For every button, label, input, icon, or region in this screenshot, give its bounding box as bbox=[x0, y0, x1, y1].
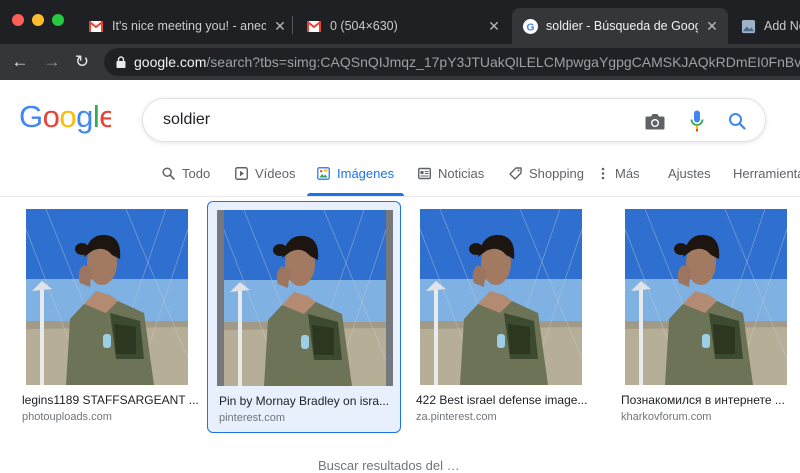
result-thumbnail[interactable] bbox=[217, 210, 393, 386]
news-icon bbox=[417, 167, 431, 181]
close-tab-icon[interactable]: ✕ bbox=[272, 18, 288, 35]
lock-icon bbox=[116, 56, 126, 68]
tag-icon bbox=[508, 167, 522, 181]
search-nav-tabs: Todo Vídeos Imágenes Noticias Shopping M… bbox=[0, 158, 800, 196]
result-source[interactable]: pinterest.com bbox=[219, 412, 285, 424]
result-source[interactable]: photouploads.com bbox=[22, 411, 112, 423]
tab-news[interactable]: Noticias bbox=[417, 166, 484, 181]
camera-icon[interactable] bbox=[644, 110, 666, 132]
image-result[interactable]: Познакомился в интернете ... kharkovforu… bbox=[617, 201, 800, 433]
microphone-icon[interactable] bbox=[686, 110, 708, 132]
gmail-icon bbox=[88, 18, 104, 34]
tab-more[interactable]: Más bbox=[600, 166, 640, 181]
close-tab-icon[interactable]: ✕ bbox=[486, 18, 502, 35]
search-box[interactable]: soldier bbox=[142, 98, 766, 142]
image-result[interactable]: legins1189 STAFFSARGEANT ... photoupload… bbox=[18, 201, 212, 433]
tab-label: Noticias bbox=[438, 166, 485, 181]
browser-tab[interactable]: 0 (504×630) ✕ bbox=[296, 8, 506, 44]
search-icon[interactable] bbox=[726, 110, 748, 132]
result-image bbox=[224, 210, 386, 386]
result-source[interactable]: kharkovforum.com bbox=[621, 411, 711, 423]
reload-icon[interactable]: ↻ bbox=[72, 52, 92, 72]
tab-shopping[interactable]: Shopping bbox=[508, 166, 584, 181]
image-tab-icon bbox=[740, 18, 756, 34]
result-thumbnail[interactable] bbox=[420, 209, 582, 385]
forward-arrow-icon[interactable]: → bbox=[42, 52, 62, 72]
svg-text:Google: Google bbox=[19, 100, 111, 134]
more-results-text: Buscar resultados del … bbox=[318, 458, 460, 473]
result-source[interactable]: za.pinterest.com bbox=[416, 411, 497, 423]
result-caption[interactable]: legins1189 STAFFSARGEANT ... bbox=[22, 393, 202, 407]
tab-title: Add Ne bbox=[764, 19, 800, 33]
image-icon bbox=[316, 167, 330, 181]
more-vert-icon bbox=[600, 167, 606, 181]
tab-title: soldier - Búsqueda de Google bbox=[546, 19, 698, 33]
minimize-window-button[interactable] bbox=[32, 14, 44, 26]
image-result[interactable]: 422 Best israel defense image... za.pint… bbox=[412, 201, 606, 433]
google-logo[interactable]: Google bbox=[19, 99, 117, 142]
tab-label: Vídeos bbox=[255, 166, 296, 181]
tab-label: Shopping bbox=[529, 166, 584, 181]
browser-tab-active[interactable]: G soldier - Búsqueda de Google ✕ bbox=[512, 8, 728, 44]
tools-link[interactable]: Herramienta bbox=[733, 166, 800, 181]
result-caption[interactable]: 422 Best israel defense image... bbox=[416, 393, 596, 407]
gmail-icon bbox=[306, 18, 322, 34]
browser-tab[interactable]: It's nice meeting you! - anecd ✕ bbox=[78, 8, 288, 44]
close-window-button[interactable] bbox=[12, 14, 24, 26]
search-input[interactable]: soldier bbox=[163, 111, 210, 129]
url-path: /search?tbs=simg:CAQSnQIJmqz_17pY3JTUakQ… bbox=[206, 54, 800, 70]
tab-divider bbox=[292, 16, 293, 34]
browser-tab[interactable]: Add Ne bbox=[736, 8, 800, 44]
tab-images[interactable]: Imágenes bbox=[316, 166, 394, 181]
close-tab-icon[interactable]: ✕ bbox=[704, 18, 720, 35]
settings-label: Ajustes bbox=[668, 166, 711, 181]
tools-label: Herramienta bbox=[733, 166, 800, 181]
settings-link[interactable]: Ajustes bbox=[668, 166, 711, 181]
tab-title: 0 (504×630) bbox=[330, 19, 398, 33]
tab-title: It's nice meeting you! - anecd bbox=[112, 19, 266, 33]
result-caption[interactable]: Познакомился в интернете ... bbox=[621, 393, 800, 407]
tab-label: Más bbox=[615, 166, 640, 181]
svg-text:G: G bbox=[526, 22, 534, 33]
browser-toolbar: ← → ↻ google.com/search?tbs=simg:CAQSnQI… bbox=[0, 44, 800, 80]
google-logo-mark: Google bbox=[19, 99, 117, 134]
tab-strip: It's nice meeting you! - anecd ✕ 0 (504×… bbox=[0, 0, 800, 44]
google-icon: G bbox=[522, 18, 538, 34]
maximize-window-button[interactable] bbox=[52, 14, 64, 26]
tab-label: Todo bbox=[182, 166, 211, 181]
url-host: google.com bbox=[134, 54, 207, 70]
tab-videos[interactable]: Vídeos bbox=[234, 166, 295, 181]
header-divider bbox=[0, 196, 800, 197]
result-caption[interactable]: Pin by Mornay Bradley on isra... bbox=[219, 394, 395, 408]
play-icon bbox=[234, 167, 248, 181]
tab-label: Imágenes bbox=[337, 166, 395, 181]
image-result-selected[interactable]: Pin by Mornay Bradley on isra... pintere… bbox=[207, 201, 401, 433]
address-bar[interactable]: google.com/search?tbs=simg:CAQSnQIJmqz_1… bbox=[104, 48, 800, 76]
result-thumbnail[interactable] bbox=[26, 209, 188, 385]
result-thumbnail[interactable] bbox=[625, 209, 787, 385]
tab-all[interactable]: Todo bbox=[161, 166, 210, 181]
search-icon bbox=[161, 167, 175, 181]
back-arrow-icon[interactable]: ← bbox=[10, 52, 30, 72]
